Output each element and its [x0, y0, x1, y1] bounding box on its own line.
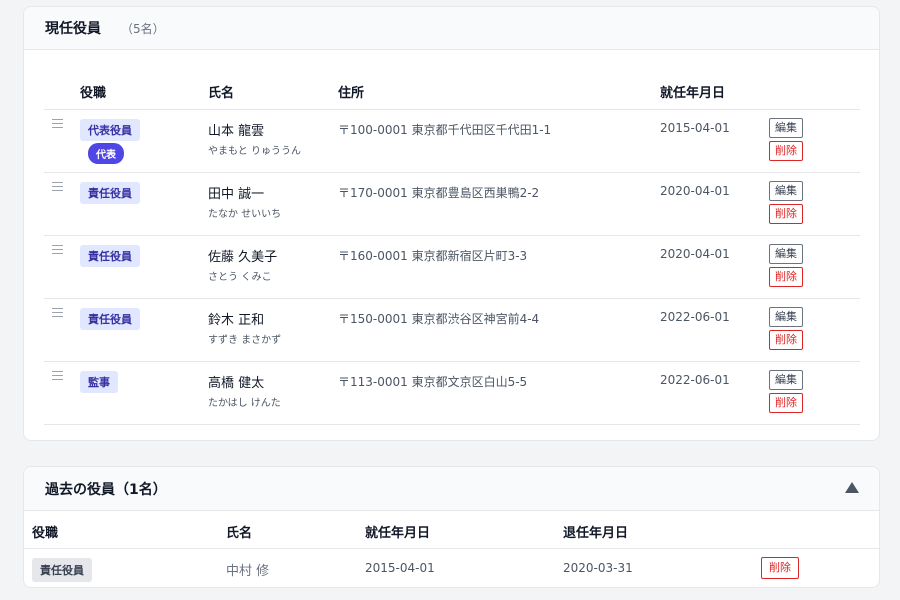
header-name: 氏名 — [226, 526, 253, 541]
delete-button[interactable]: 削除 — [769, 267, 803, 287]
delete-button[interactable]: 削除 — [769, 204, 803, 224]
table-row: 責任役員 田中 誠一 たなか せいいち 〒170-0001 東京都豊島区西巣鴨2… — [44, 173, 860, 236]
header-role: 役職 — [32, 526, 59, 541]
officer-name: 山本 龍雲 — [208, 124, 265, 139]
header-start-date: 就任年月日 — [365, 526, 431, 541]
officer-address: 〒170-0001 東京都豊島区西巣鴨2-2 — [338, 186, 540, 200]
past-officers-title: 過去の役員（1名） — [45, 481, 167, 498]
drag-handle-icon[interactable] — [52, 308, 63, 318]
current-officers-title: 現任役員 — [45, 21, 101, 37]
officer-name: 佐藤 久美子 — [208, 250, 278, 265]
header-role: 役職 — [80, 86, 107, 101]
appointment-date: 2015-04-01 — [660, 121, 730, 135]
header-name: 氏名 — [208, 86, 235, 101]
table-row: 責任役員 中村 修 2015-04-01 2020-03-31 削除 — [24, 549, 879, 587]
edit-button[interactable]: 編集 — [769, 307, 803, 327]
officer-address: 〒100-0001 東京都千代田区千代田1-1 — [338, 123, 552, 137]
edit-button[interactable]: 編集 — [769, 118, 803, 138]
delete-button[interactable]: 削除 — [769, 330, 803, 350]
officer-kana: たなか せいいち — [208, 209, 282, 220]
role-badge: 監事 — [80, 371, 118, 393]
role-badge: 責任役員 — [80, 245, 140, 267]
appointment-date: 2020-04-01 — [660, 247, 730, 261]
delete-button[interactable]: 削除 — [769, 393, 803, 413]
representative-badge: 代表 — [88, 143, 124, 164]
current-officers-count: （5名） — [121, 21, 165, 36]
header-end-date: 退任年月日 — [563, 526, 629, 541]
drag-handle-icon[interactable] — [52, 245, 63, 255]
officer-name: 鈴木 正和 — [208, 313, 265, 328]
officer-kana: やまもと りゅううん — [208, 146, 301, 157]
table-header: 役職 氏名 住所 就任年月日 — [44, 69, 860, 110]
current-officers-card: 現任役員 （5名） 役職 氏名 住所 就任年月日 代表役員 代表 山本 龍雲 や… — [23, 6, 880, 441]
edit-button[interactable]: 編集 — [769, 181, 803, 201]
drag-handle-icon[interactable] — [52, 371, 63, 381]
edit-button[interactable]: 編集 — [769, 244, 803, 264]
appointment-date: 2022-06-01 — [660, 373, 730, 387]
appointment-date: 2015-04-01 — [365, 561, 435, 575]
drag-handle-icon[interactable] — [52, 182, 63, 192]
table-row: 責任役員 鈴木 正和 すずき まさかず 〒150-0001 東京都渋谷区神宮前4… — [44, 299, 860, 362]
role-badge: 責任役員 — [80, 308, 140, 330]
table-row: 監事 高橋 健太 たかはし けんた 〒113-0001 東京都文京区白山5-5 … — [44, 362, 860, 425]
table-row: 代表役員 代表 山本 龍雲 やまもと りゅううん 〒100-0001 東京都千代… — [44, 110, 860, 173]
delete-button[interactable]: 削除 — [761, 557, 799, 579]
drag-handle-icon[interactable] — [52, 119, 63, 129]
retirement-date: 2020-03-31 — [563, 561, 633, 575]
appointment-date: 2020-04-01 — [660, 184, 730, 198]
role-badge: 責任役員 — [32, 558, 92, 582]
officer-address: 〒150-0001 東京都渋谷区神宮前4-4 — [338, 312, 540, 326]
role-badge: 責任役員 — [80, 182, 140, 204]
officer-name: 田中 誠一 — [208, 187, 265, 202]
officer-name: 高橋 健太 — [208, 376, 265, 391]
officer-kana: たかはし けんた — [208, 398, 281, 409]
past-table-header: 役職 氏名 就任年月日 退任年月日 — [24, 511, 879, 549]
triangle-up-icon[interactable] — [845, 482, 859, 493]
officer-address: 〒160-0001 東京都新宿区片町3-3 — [338, 249, 528, 263]
past-officers-card: 過去の役員（1名） 役職 氏名 就任年月日 退任年月日 責任役員 中村 修 20… — [23, 466, 880, 588]
officer-address: 〒113-0001 東京都文京区白山5-5 — [338, 375, 528, 389]
current-officers-table: 役職 氏名 住所 就任年月日 代表役員 代表 山本 龍雲 やまもと りゅううん … — [44, 69, 860, 425]
officer-kana: すずき まさかず — [208, 335, 282, 346]
role-badge: 代表役員 — [80, 119, 140, 141]
appointment-date: 2022-06-01 — [660, 310, 730, 324]
past-officers-header[interactable]: 過去の役員（1名） — [24, 467, 879, 511]
table-row: 責任役員 佐藤 久美子 さとう くみこ 〒160-0001 東京都新宿区片町3-… — [44, 236, 860, 299]
officer-kana: さとう くみこ — [208, 272, 272, 283]
header-date: 就任年月日 — [660, 86, 726, 101]
officer-name: 中村 修 — [226, 564, 270, 579]
current-officers-header: 現任役員 （5名） — [24, 7, 879, 50]
header-address: 住所 — [338, 86, 365, 101]
delete-button[interactable]: 削除 — [769, 141, 803, 161]
edit-button[interactable]: 編集 — [769, 370, 803, 390]
